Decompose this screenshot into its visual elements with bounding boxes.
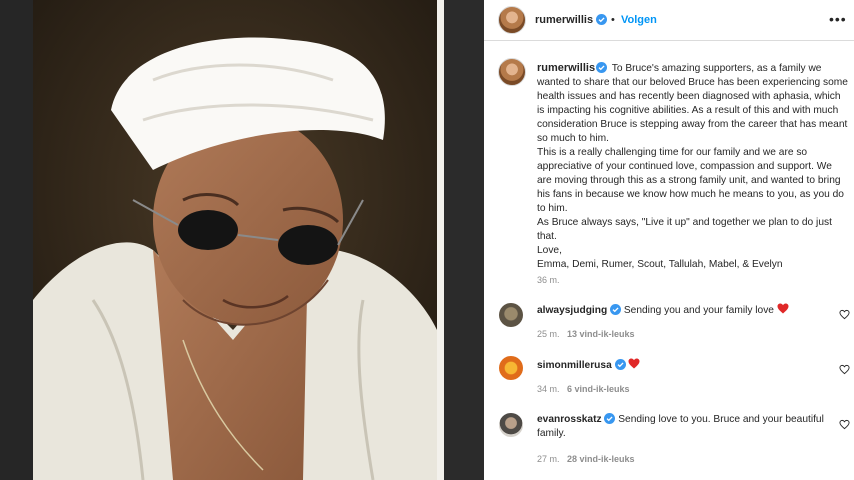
like-comment-heart-icon[interactable] — [839, 364, 850, 375]
caption-text-5: Emma, Demi, Rumer, Scout, Tallulah, Mabe… — [537, 259, 783, 270]
comment-timestamp[interactable]: 25 m. — [537, 329, 560, 339]
more-options-icon[interactable]: ••• — [829, 11, 847, 27]
commenter-avatar[interactable] — [499, 356, 523, 380]
photo-man-in-robe-illustration — [33, 0, 444, 480]
post-header: rumerwillis • Volgen ••• — [484, 0, 854, 41]
comment-body: Sending love to you. Bruce and your beau… — [618, 414, 824, 425]
commenter-avatar[interactable] — [499, 413, 523, 437]
comment-likes[interactable]: 28 vind-ik-leuks — [567, 454, 635, 464]
comment-username[interactable]: simonmillerusa — [537, 360, 612, 371]
post-detail-panel: rumerwillis • Volgen ••• rumerwillis To … — [484, 0, 854, 480]
caption-text-4: Love, — [537, 245, 562, 256]
comment-alwaysjudging: alwaysjudging Sending you and your famil… — [537, 303, 827, 318]
caption-first-paragraph: rumerwillis To Bruce's amazing supporter… — [537, 61, 849, 146]
comment-username[interactable]: alwaysjudging — [537, 305, 607, 316]
comment-evanrosskatz: evanrosskatz Sending love to you. Bruce … — [537, 413, 832, 441]
red-heart-emoji-icon — [628, 358, 640, 369]
separator-dot: • — [611, 14, 615, 26]
caption-text-3: As Bruce always says, "Live it up" and t… — [537, 217, 832, 242]
post-caption: rumerwillis To Bruce's amazing supporter… — [537, 61, 849, 272]
comment-timestamp[interactable]: 34 m. — [537, 384, 560, 394]
author-avatar[interactable] — [498, 6, 526, 34]
comment-likes[interactable]: 6 vind-ik-leuks — [567, 384, 630, 394]
caption-avatar[interactable] — [498, 58, 526, 86]
verified-badge-icon — [596, 14, 607, 25]
like-comment-heart-icon[interactable] — [839, 309, 850, 320]
commenter-avatar[interactable] — [499, 303, 523, 327]
modal-backdrop-right — [444, 0, 484, 480]
verified-badge-icon — [610, 304, 622, 315]
verified-badge-icon — [604, 413, 616, 424]
follow-button[interactable]: Volgen — [621, 14, 657, 26]
comment-likes[interactable]: 13 vind-ik-leuks — [567, 329, 635, 339]
verified-badge-icon — [596, 62, 608, 73]
caption-text-2: This is a really challenging time for ou… — [537, 147, 844, 214]
comment-body: Sending you and your family love — [623, 305, 774, 316]
modal-backdrop-left — [0, 0, 33, 480]
post-photo[interactable] — [33, 0, 444, 480]
comment-username[interactable]: evanrosskatz — [537, 414, 602, 425]
comment-simonmillerusa: simonmillerusa — [537, 358, 827, 373]
comment-body-continued: family. — [537, 428, 566, 439]
comment-timestamp[interactable]: 27 m. — [537, 454, 560, 464]
caption-text-1: To Bruce's amazing supporters, as a fami… — [537, 63, 848, 144]
post-timestamp[interactable]: 36 m. — [537, 275, 560, 285]
author-username[interactable]: rumerwillis — [535, 14, 593, 26]
verified-badge-icon — [614, 359, 626, 370]
caption-username[interactable]: rumerwillis — [537, 62, 595, 74]
like-comment-heart-icon[interactable] — [839, 419, 850, 430]
red-heart-emoji-icon — [777, 303, 789, 314]
